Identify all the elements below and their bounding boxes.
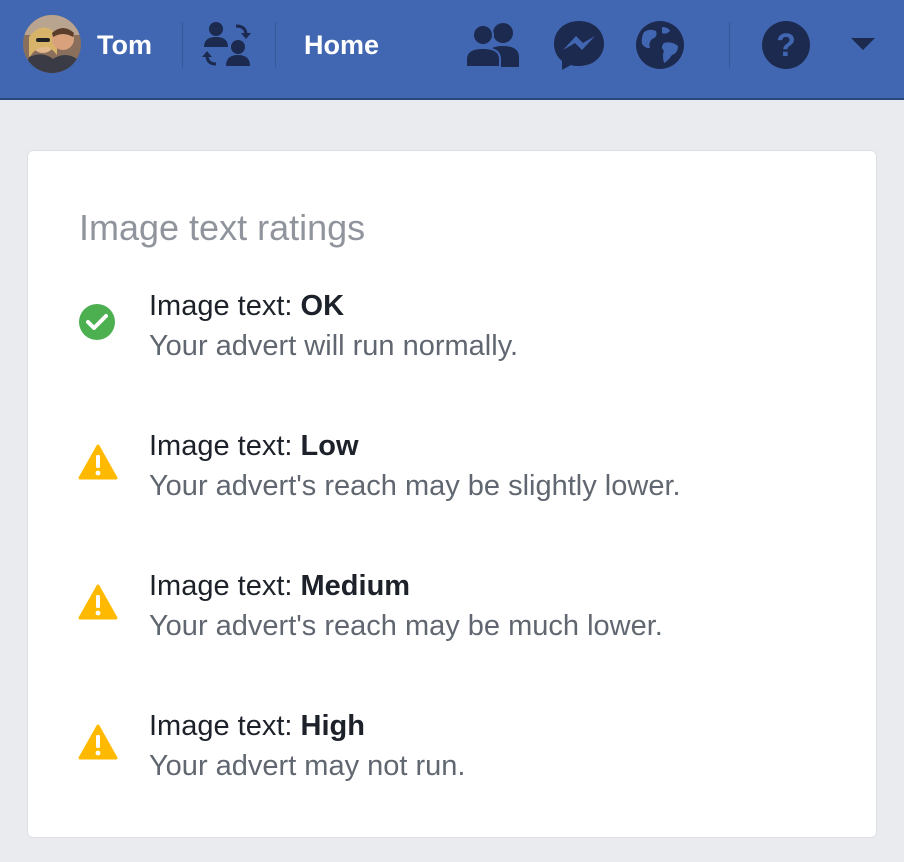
rating-item-medium: Image text: Medium Your advert's reach m… bbox=[28, 570, 876, 650]
rating-heading: Image text: Low bbox=[149, 430, 359, 462]
card-title: Image text ratings bbox=[79, 207, 366, 248]
warning-icon bbox=[78, 444, 118, 485]
rating-item-high: Image text: High Your advert may not run… bbox=[28, 710, 876, 790]
rating-heading: Image text: High bbox=[149, 710, 365, 742]
rating-description: Your advert's reach may be much lower. bbox=[149, 610, 663, 642]
rating-description: Your advert will run normally. bbox=[149, 330, 519, 362]
top-navigation-bar: Tom Home ? bbox=[0, 0, 904, 100]
nav-divider bbox=[729, 22, 730, 68]
warning-icon bbox=[78, 724, 118, 765]
notifications-globe-icon[interactable] bbox=[634, 19, 686, 76]
rating-heading: Image text: OK bbox=[149, 290, 345, 322]
home-link[interactable]: Home bbox=[304, 30, 379, 61]
avatar[interactable] bbox=[23, 15, 81, 73]
check-circle-icon bbox=[78, 303, 116, 346]
friend-requests-icon[interactable] bbox=[463, 19, 523, 76]
svg-text:?: ? bbox=[776, 27, 796, 63]
image-text-ratings-card: Image text ratings Image text: OK Your a… bbox=[27, 150, 877, 838]
rating-heading: Image text: Medium bbox=[149, 570, 411, 602]
help-icon[interactable]: ? bbox=[760, 19, 812, 76]
warning-icon bbox=[78, 584, 118, 625]
messenger-icon[interactable] bbox=[552, 19, 606, 76]
rating-description: Your advert may not run. bbox=[149, 750, 466, 782]
profile-name-link[interactable]: Tom bbox=[97, 30, 152, 61]
nav-divider bbox=[182, 22, 183, 68]
rating-level: Medium bbox=[300, 570, 411, 602]
rating-description: Your advert's reach may be slightly lowe… bbox=[149, 470, 681, 502]
rating-level: High bbox=[300, 710, 365, 742]
rating-item-low: Image text: Low Your advert's reach may … bbox=[28, 430, 876, 510]
rating-level: Low bbox=[300, 430, 359, 462]
rating-item-ok: Image text: OK Your advert will run norm… bbox=[28, 290, 876, 370]
friends-switch-icon[interactable] bbox=[202, 20, 254, 70]
dropdown-arrow-icon[interactable] bbox=[850, 36, 876, 57]
nav-divider bbox=[275, 22, 276, 68]
rating-level: OK bbox=[300, 290, 345, 322]
